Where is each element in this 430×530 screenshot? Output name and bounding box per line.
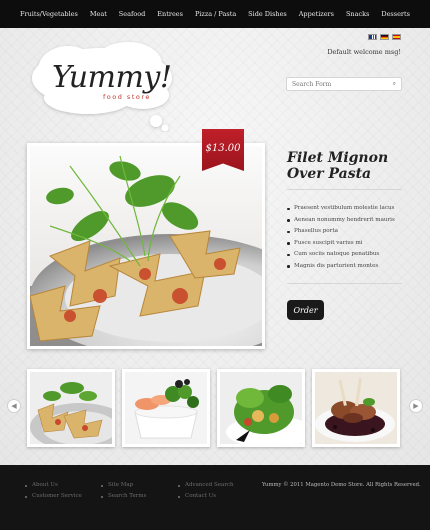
search-box: ⌕ [286,77,402,91]
salad-dish-icon [220,372,302,444]
list-item: Phasellus porta [287,226,395,238]
nav-item-side-dishes[interactable]: Side Dishes [248,10,287,18]
footer-link-about-us[interactable]: About Us [25,482,58,488]
order-button[interactable]: Order [287,300,324,320]
carousel-prev-button[interactable]: ◀ [7,399,21,413]
product-title: Filet Mignon Over Pasta [287,150,389,182]
search-icon[interactable]: ⌕ [393,80,396,88]
list-item: Praesent vestibulum molestie lacus [287,203,395,215]
divider [287,189,402,190]
list-item: Magnis dis parturient montes [287,261,395,273]
flag-spanish-icon[interactable] [392,34,401,40]
lamb-dish-icon [315,372,397,444]
footer-link-contact-us[interactable]: Contact Us [178,493,216,499]
carousel-thumbnail[interactable] [217,369,305,447]
pasta-dish-icon [30,146,262,346]
divider [287,283,402,284]
featured-product-image[interactable] [27,143,265,349]
carousel-next-button[interactable]: ▶ [409,399,423,413]
footer-link-search-terms[interactable]: Search Terms [101,493,146,499]
shrimp-dish-icon [125,372,207,444]
pasta-dish-icon [30,372,112,444]
nav-item-desserts[interactable]: Desserts [381,10,410,18]
logo[interactable]: Yummy! food store [28,40,176,132]
chevron-right-icon: ▶ [413,402,419,410]
carousel-thumbnail[interactable] [122,369,210,447]
list-item: Cum sociis natoque penatibus [287,249,395,261]
feature-list: Praesent vestibulum molestie lacus Aenea… [287,203,395,273]
nav-item-meat[interactable]: Meat [90,10,107,18]
nav-item-appetizers[interactable]: Appetizers [299,10,334,18]
footer: About Us Customer Service Site Map Searc… [0,465,430,530]
footer-link-advanced-search[interactable]: Advanced Search [178,482,234,488]
nav-item-pizza-pasta[interactable]: Pizza / Pasta [195,10,236,18]
flag-german-icon[interactable] [380,34,389,40]
carousel-thumbnail[interactable] [27,369,115,447]
list-item: Fusce suscipit varius mi [287,238,395,250]
nav-item-snacks[interactable]: Snacks [346,10,369,18]
nav-item-entrees[interactable]: Entrees [157,10,183,18]
top-navigation: Fruits/Vegetables Meat Seafood Entrees P… [0,0,430,28]
logo-title: Yummy! [52,60,172,95]
welcome-message: Default welcome msg! [327,48,401,56]
search-input[interactable] [292,80,393,88]
language-switcher [368,34,401,40]
copyright-text: Yummy © 2011 Magento Demo Store. All Rig… [262,482,421,488]
chevron-left-icon: ◀ [11,402,17,410]
nav-item-seafood[interactable]: Seafood [119,10,146,18]
list-item: Aenean nonummy hendrerit mauris [287,215,395,227]
flag-english-icon[interactable] [368,34,377,40]
footer-link-customer-service[interactable]: Customer Service [25,493,82,499]
nav-item-fruits-vegetables[interactable]: Fruits/Vegetables [20,10,78,18]
carousel-thumbnail[interactable] [312,369,400,447]
logo-subtitle: food store [103,93,151,101]
footer-link-site-map[interactable]: Site Map [101,482,133,488]
